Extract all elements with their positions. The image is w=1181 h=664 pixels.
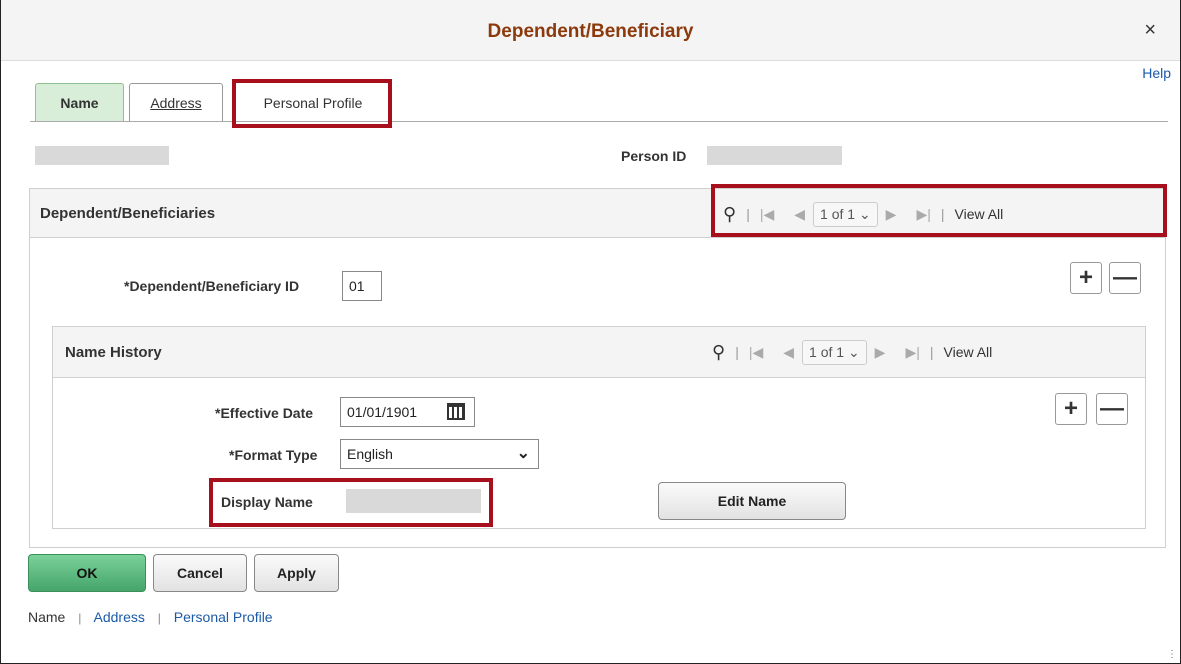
last-page-icon[interactable]: ▶| (916, 206, 930, 223)
resize-grip-icon[interactable]: ⋮ (1167, 649, 1177, 660)
minus-icon: — (1100, 395, 1124, 422)
first-page-icon[interactable]: |◀ (760, 206, 774, 223)
plus-icon: + (1063, 395, 1078, 422)
effective-date-value: 01/01/1901 (347, 404, 418, 420)
tab-address[interactable]: Address (129, 83, 223, 121)
cancel-label: Cancel (177, 565, 223, 581)
effective-date-label: *Effective Date (215, 405, 314, 421)
help-link[interactable]: Help (1142, 65, 1171, 81)
calendar-icon[interactable] (447, 403, 465, 420)
chevron-down-icon: ⌄ (847, 343, 860, 360)
tab-personal-profile[interactable]: Personal Profile (239, 83, 387, 121)
nav-separator: | (929, 344, 934, 360)
dependent-id-value: 01 (349, 278, 365, 294)
close-icon[interactable]: × (1144, 19, 1156, 42)
nav-separator: | (746, 206, 750, 222)
format-type-select[interactable]: English ⌄ (340, 439, 539, 469)
page-links: Name | Address | Personal Profile (28, 609, 273, 625)
page-link-name: Name (28, 609, 66, 625)
edit-name-label: Edit Name (717, 493, 787, 509)
page-link-address[interactable]: Address (94, 609, 145, 625)
ok-button[interactable]: OK (28, 554, 146, 592)
dependents-pager-label: 1 of 1 (820, 205, 856, 222)
edit-name-button[interactable]: Edit Name (658, 482, 846, 520)
delete-name-history-button[interactable]: — (1096, 393, 1128, 425)
name-history-view-all[interactable]: View All (944, 344, 993, 360)
dependent-id-label: *Dependent/Beneficiary ID (124, 278, 300, 294)
link-separator: | (157, 611, 161, 625)
first-page-icon[interactable]: |◀ (749, 344, 763, 361)
delete-dependent-button[interactable]: — (1109, 262, 1141, 294)
format-type-label: *Format Type (229, 447, 318, 463)
dialog-title: Dependent/Beneficiary (487, 21, 694, 42)
display-name-redacted (346, 489, 481, 513)
nav-separator: | (735, 344, 739, 360)
tab-personal-profile-label: Personal Profile (263, 94, 363, 111)
page-link-personal-profile[interactable]: Personal Profile (174, 609, 273, 625)
name-history-pager-label: 1 of 1 (809, 343, 845, 360)
dependents-title: Dependent/Beneficiaries (40, 205, 216, 222)
cancel-button[interactable]: Cancel (153, 554, 247, 592)
nav-separator: | (940, 206, 945, 222)
person-id-redacted (707, 146, 842, 165)
format-type-value: English (347, 446, 393, 462)
add-dependent-button[interactable]: + (1070, 262, 1102, 294)
display-name-label: Display Name (221, 494, 313, 510)
plus-icon: + (1078, 264, 1093, 291)
add-name-history-button[interactable]: + (1055, 393, 1087, 425)
dependents-nav: ⚲ | |◀ ◀ 1 of 1 ⌄ ▶ ▶| | View All (723, 200, 1003, 228)
search-icon[interactable]: ⚲ (723, 204, 736, 225)
link-separator: | (78, 611, 82, 625)
tab-divider (30, 121, 1168, 122)
person-id-label: Person ID (621, 148, 687, 164)
next-page-icon[interactable]: ▶ (875, 344, 886, 361)
next-page-icon[interactable]: ▶ (886, 206, 897, 223)
apply-button[interactable]: Apply (254, 554, 339, 592)
chevron-down-icon: ⌄ (858, 205, 871, 222)
dependents-view-all[interactable]: View All (955, 206, 1004, 222)
employee-name-redacted (35, 146, 169, 165)
tab-name-label: Name (60, 94, 99, 111)
last-page-icon[interactable]: ▶| (905, 344, 919, 361)
name-history-pager[interactable]: 1 of 1 ⌄ (802, 339, 867, 365)
name-history-title: Name History (65, 344, 162, 361)
dependent-id-field[interactable]: 01 (342, 271, 382, 301)
tab-name[interactable]: Name (35, 83, 124, 121)
apply-label: Apply (277, 565, 316, 581)
dialog-titlebar: Dependent/Beneficiary × (1, 0, 1180, 61)
ok-label: OK (76, 565, 98, 581)
chevron-down-icon: ⌄ (516, 445, 530, 462)
tab-address-label: Address (150, 94, 202, 111)
dependents-pager[interactable]: 1 of 1 ⌄ (813, 201, 878, 227)
minus-icon: — (1113, 264, 1137, 291)
name-history-nav: ⚲ | |◀ ◀ 1 of 1 ⌄ ▶ ▶| | View All (712, 338, 992, 366)
previous-page-icon[interactable]: ◀ (794, 206, 805, 223)
previous-page-icon[interactable]: ◀ (783, 344, 794, 361)
search-icon[interactable]: ⚲ (712, 342, 725, 363)
